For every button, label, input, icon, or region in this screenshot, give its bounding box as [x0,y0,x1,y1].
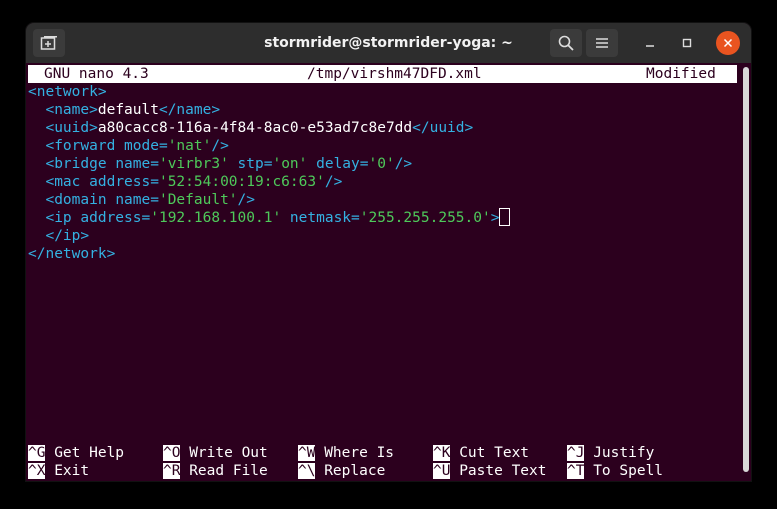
editor-line[interactable]: </ip> [28,227,89,245]
close-button[interactable] [716,31,740,55]
text-cursor [499,207,511,226]
editor-line[interactable]: <bridge name='virbr3' stp='on' delay='0'… [28,155,412,173]
shortcut-justify[interactable]: ^J Justify [567,444,654,462]
shortcut-to-spell[interactable]: ^T To Spell [567,462,663,480]
editor-line[interactable]: <domain name='Default'/> [28,191,255,209]
nano-version: GNU nano 4.3 [44,66,149,82]
scrollbar-thumb[interactable] [743,67,749,472]
minimize-icon [646,45,654,47]
terminal-window: stormrider@stormrider-yoga: ~ GNU nano 4… [26,23,751,481]
nano-filename: /tmp/virshm47DFD.xml [307,66,482,82]
editor-line[interactable]: <uuid>a80cacc8-116a-4f84-8ac0-e53ad7c8e7… [28,119,473,137]
minimize-button[interactable] [638,31,662,55]
editor-line[interactable]: <network> [28,83,107,101]
editor-line[interactable]: </network> [28,245,115,263]
close-icon [723,38,733,48]
editor-line[interactable]: <ip address='192.168.100.1' netmask='255… [28,207,511,227]
editor-line[interactable]: <mac address='52:54:00:19:c6:63'/> [28,173,342,191]
shortcut-write-out[interactable]: ^O Write Out [163,444,268,462]
nano-status: Modified [646,66,716,82]
editor-line[interactable]: <forward mode='nat'/> [28,137,228,155]
maximize-icon [682,38,692,48]
shortcut-exit[interactable]: ^X Exit [28,462,89,480]
scrollbar[interactable] [738,63,751,481]
search-button[interactable] [550,29,582,57]
shortcut-replace[interactable]: ^\ Replace [298,462,385,480]
nano-header: GNU nano 4.3/tmp/virshm47DFD.xml Modified [28,65,737,83]
maximize-button[interactable] [675,31,699,55]
shortcut-where-is[interactable]: ^W Where Is [298,444,394,462]
editor-line[interactable]: <name>default</name> [28,101,220,119]
terminal-area[interactable]: GNU nano 4.3/tmp/virshm47DFD.xml Modified… [26,63,738,481]
hamburger-menu-icon [596,38,608,48]
shortcut-paste-text[interactable]: ^U Paste Text [433,462,547,480]
shortcut-read-file[interactable]: ^R Read File [163,462,268,480]
shortcut-get-help[interactable]: ^G Get Help [28,444,124,462]
menu-button[interactable] [586,29,618,57]
title-bar[interactable]: stormrider@stormrider-yoga: ~ [26,23,751,63]
shortcut-cut-text[interactable]: ^K Cut Text [433,444,529,462]
search-icon [558,35,574,51]
